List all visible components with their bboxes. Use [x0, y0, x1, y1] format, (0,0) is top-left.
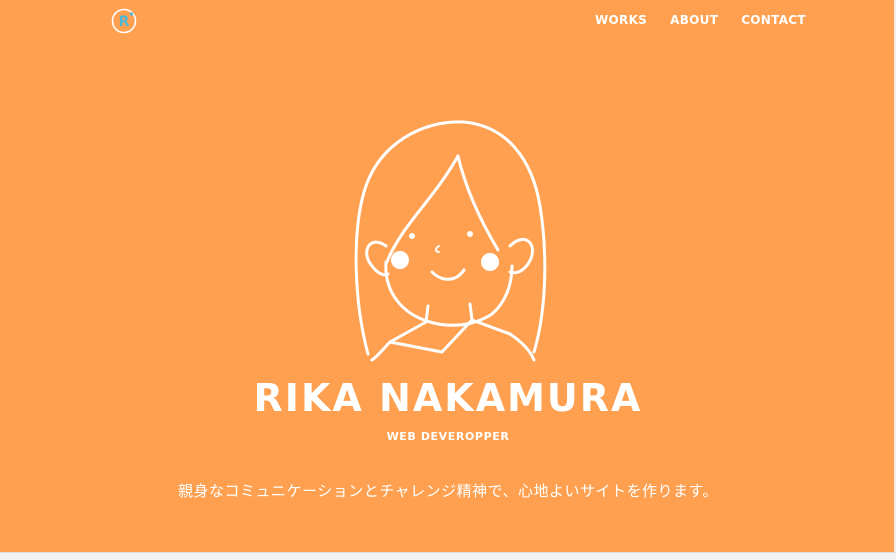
- hero-role: WEB DEVEROPPER: [386, 430, 510, 443]
- hero-tagline: 親身なコミュニケーションとチャレンジ精神で、心地よいサイトを作ります。: [178, 482, 718, 500]
- nav-link-contact[interactable]: CONTACT: [741, 13, 806, 27]
- woman-portrait-illustration: [350, 116, 550, 368]
- site-header: R WORKS ABOUT CONTACT: [0, 0, 896, 40]
- site-logo[interactable]: R: [111, 8, 137, 34]
- page-bottom-edge: [0, 552, 896, 560]
- hero-name: RIKA NAKAMURA: [253, 376, 643, 420]
- logo-r-icon: R: [111, 8, 137, 34]
- main-nav: WORKS ABOUT CONTACT: [595, 13, 806, 27]
- nav-link-about[interactable]: ABOUT: [670, 13, 718, 27]
- logo-letter: R: [119, 14, 130, 30]
- nav-link-works[interactable]: WORKS: [595, 13, 647, 27]
